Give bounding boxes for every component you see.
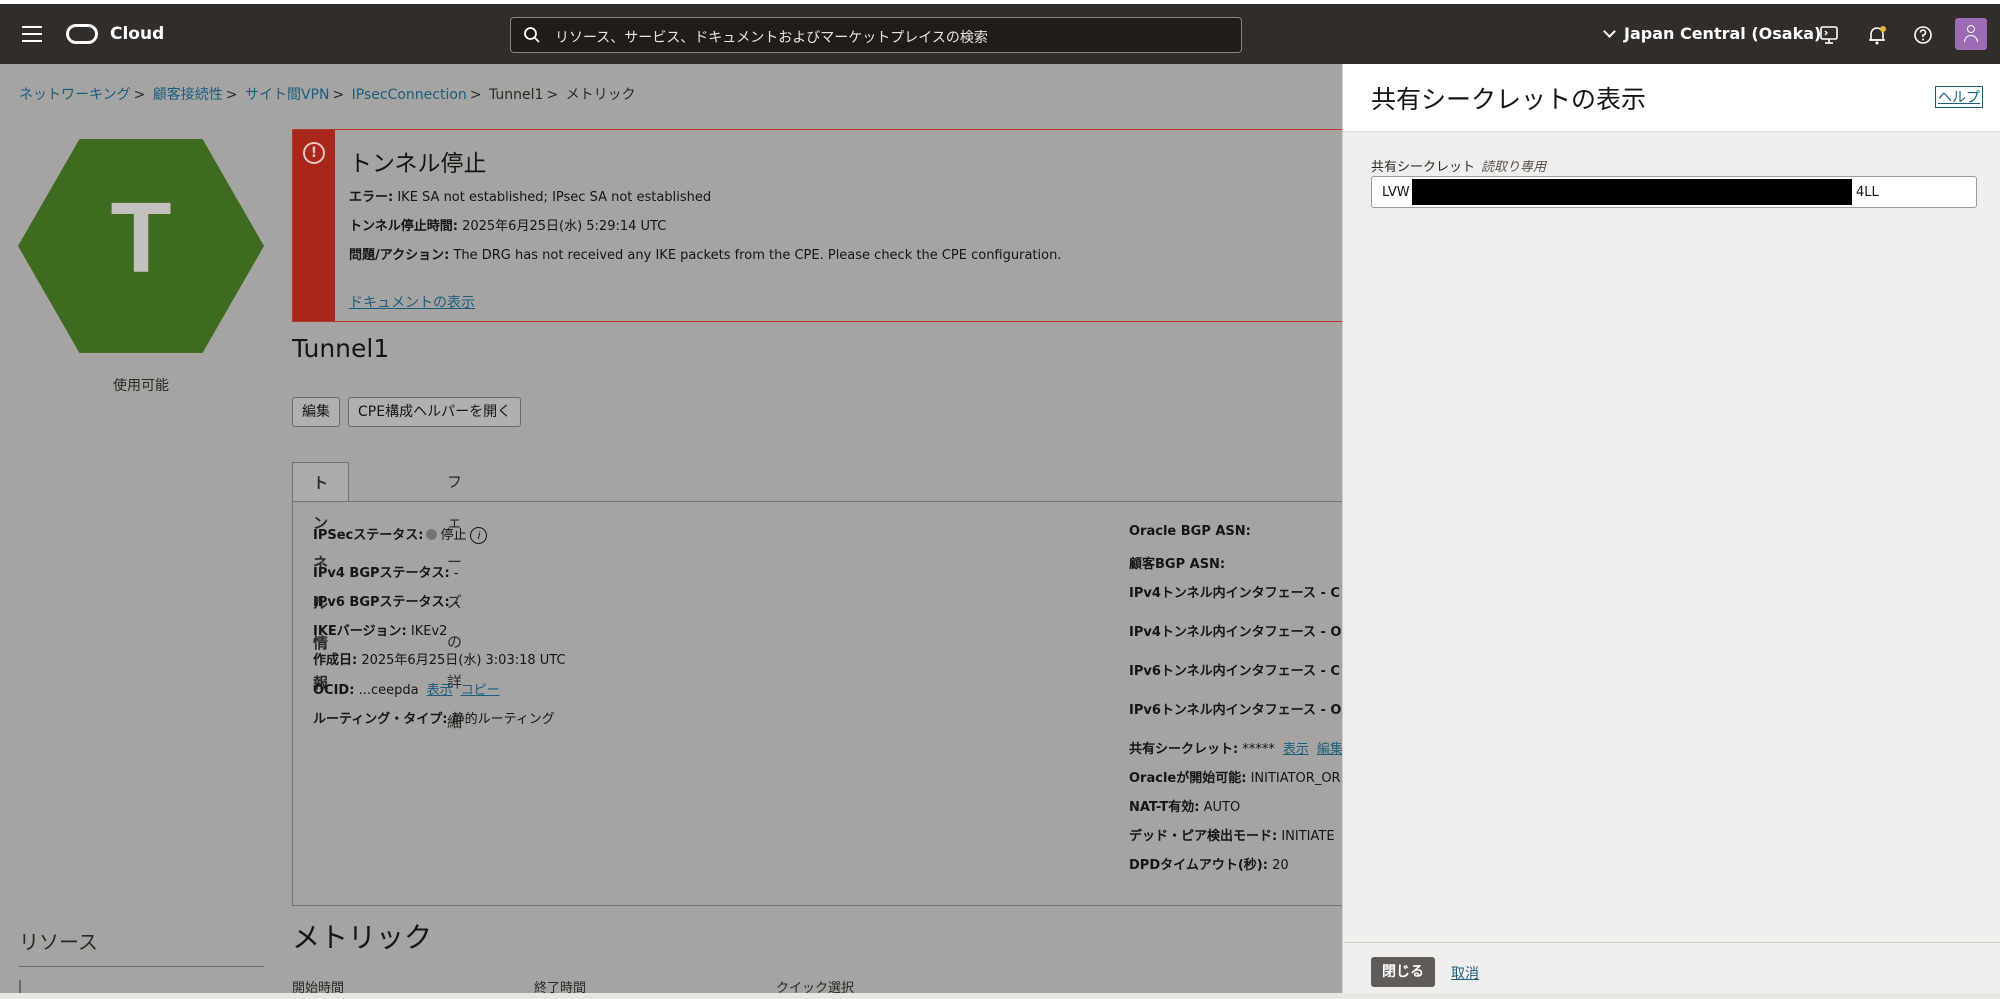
resource-status-label: 使用可能 (113, 378, 169, 394)
chevron-down-icon (1603, 24, 1616, 38)
menu-icon[interactable] (22, 26, 42, 42)
view-documentation-link[interactable]: ドキュメントの表示 (349, 292, 475, 312)
brand-label[interactable]: Cloud (110, 24, 164, 44)
ipv6-bgp-status: IPv6 BGPステータス: - (313, 595, 459, 610)
drawer-title: 共有シークレットの表示 (1371, 85, 1647, 114)
read-only-note: 読取り専用 (1481, 160, 1547, 175)
resource-hexagon-icon: T (18, 139, 264, 353)
alert-error-line: エラー: IKE SA not established; IPsec SA no… (349, 190, 712, 205)
close-button[interactable]: 閉じる (1371, 957, 1435, 987)
cloud-shell-icon[interactable] (1818, 24, 1840, 46)
ipv4-inside-if-oracle: IPv4トンネル内インタフェース - O (1129, 625, 1342, 640)
main-content: ネットワーキング > 顧客接続性 > サイト間VPN > IPsecConnectio… (0, 64, 1342, 999)
alert-title: トンネル停止 (349, 151, 487, 177)
cpe-helper-button[interactable]: CPE構成ヘルパーを開く (348, 397, 522, 427)
customer-bgp-asn: 顧客BGP ASN: (1129, 557, 1226, 572)
ipv4-inside-if-cpe: IPv4トンネル内インタフェース - C (1129, 586, 1340, 601)
shared-secret-edit-link[interactable]: 編集 (1317, 742, 1342, 757)
breadcrumb-customer-connectivity[interactable]: 顧客接続性 (153, 87, 223, 103)
ipv6-inside-if-oracle: IPv6トンネル内インタフェース - O (1129, 703, 1342, 718)
dpd-timeout: DPDタイムアウト(秒): 20 (1129, 858, 1289, 873)
created-date: 作成日: 2025年6月25日(水) 3:03:18 UTC (313, 653, 566, 668)
view-shared-secret-drawer: 共有シークレットの表示 ヘルプ 共有シークレット 読取り専用 LVW 4LL 閉じ… (1342, 64, 2000, 999)
resources-divider (19, 966, 264, 967)
ipsec-status: IPSecステータス: 停止 i (313, 524, 488, 544)
user-avatar[interactable] (1955, 18, 1987, 50)
oracle-initiation: Oracleが開始可能: INITIATOR_OR (1129, 771, 1341, 786)
secret-suffix: 4LL (1856, 185, 1879, 200)
drawer-header: 共有シークレットの表示 ヘルプ (1343, 64, 2000, 132)
redaction-box (1412, 179, 1852, 205)
tunnel-down-alert: ! トンネル停止 エラー: IKE SA not established; IP… (292, 129, 1342, 322)
routing-type: ルーティング・タイプ: 静的ルーティング (313, 712, 555, 727)
search-input[interactable]: リソース、サービス、ドキュメントおよびマーケットプレイスの検索 (510, 17, 1242, 53)
shared-secret-field[interactable]: LVW 4LL (1371, 176, 1977, 208)
ocid-show-link[interactable]: 表示 (427, 683, 453, 698)
breadcrumb-current: メトリック (565, 87, 636, 103)
ike-version: IKEバージョン: IKEv2 (313, 624, 448, 639)
tab-phase-details[interactable]: フェーズの詳細 (427, 462, 482, 731)
resource-letter: T (110, 182, 172, 294)
info-icon[interactable]: i (470, 527, 488, 544)
status-dot-icon (426, 529, 438, 540)
help-link[interactable]: ヘルプ (1935, 86, 1983, 108)
breadcrumb-site-to-site-vpn[interactable]: サイト間VPN (245, 87, 330, 103)
ocid-copy-link[interactable]: コピー (461, 683, 500, 698)
tunnel-info-panel: IPSecステータス: 停止 i IPv4 BGPステータス: - IPv6 BGP… (292, 501, 1342, 906)
page-title: Tunnel1 (292, 334, 390, 363)
ocid: OCID: ...ceepda 表示 コピー (313, 683, 500, 698)
metrics-heading: メトリック (292, 921, 433, 954)
breadcrumb-networking[interactable]: ネットワーキング (19, 87, 131, 103)
top-navigation-bar: Cloud リソース、サービス、ドキュメントおよびマーケットプレイスの検索 Ja… (0, 4, 2000, 64)
help-icon[interactable] (1912, 24, 1934, 46)
breadcrumb: ネットワーキング > 顧客接続性 > サイト間VPN > IPsecConnectio… (19, 87, 636, 103)
ipv6-inside-if-cpe: IPv6トンネル内インタフェース - C (1129, 664, 1340, 679)
shared-secret: 共有シークレット: ***** 表示 編集 (1129, 742, 1342, 757)
breadcrumb-tunnel[interactable]: Tunnel1 (489, 87, 543, 103)
oracle-logo-icon[interactable] (66, 24, 98, 44)
alert-down-time-line: トンネル停止時間: 2025年6月25日(水) 5:29:14 UTC (349, 219, 667, 234)
error-icon: ! (303, 142, 325, 164)
search-icon (524, 27, 540, 43)
oracle-bgp-asn: Oracle BGP ASN: (1129, 524, 1251, 539)
ipv4-bgp-status: IPv4 BGPステータス: - (313, 566, 459, 581)
bottom-strip (0, 993, 2000, 999)
tab-tunnel-info[interactable]: トンネル情報 (292, 462, 350, 692)
alert-issue-line: 問題/アクション: The DRG has not received any I… (349, 248, 1062, 263)
user-body-icon (1964, 35, 1978, 42)
action-buttons: 編集 CPE構成ヘルパーを開く (292, 397, 522, 427)
breadcrumb-ipsec-connection[interactable]: IPsecConnection (352, 87, 467, 103)
region-label: Japan Central (Osaka) (1624, 24, 1822, 43)
notifications-bell-icon[interactable] (1866, 24, 1888, 46)
secret-prefix: LVW (1382, 185, 1410, 200)
search-placeholder: リソース、サービス、ドキュメントおよびマーケットプレイスの検索 (555, 30, 988, 46)
edit-button[interactable]: 編集 (292, 397, 340, 427)
alert-bar: ! (293, 130, 335, 321)
shared-secret-field-label: 共有シークレット 読取り専用 (1371, 160, 1547, 175)
resources-heading: リソース (19, 930, 98, 954)
region-selector[interactable]: Japan Central (Osaka) (1603, 24, 1822, 43)
shared-secret-show-link[interactable]: 表示 (1283, 742, 1309, 757)
drawer-footer: 閉じる 取消 (1343, 942, 2000, 999)
dpd-mode: デッド・ピア検出モード: INITIATE (1129, 829, 1335, 844)
nat-t-enabled: NAT-T有効: AUTO (1129, 800, 1241, 815)
user-head-icon (1967, 25, 1975, 33)
cancel-link[interactable]: 取消 (1451, 963, 1479, 983)
